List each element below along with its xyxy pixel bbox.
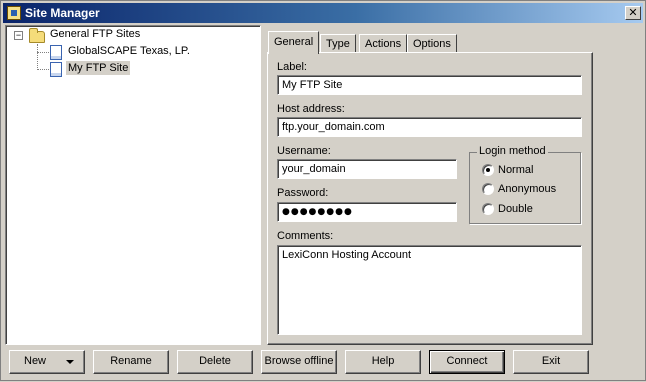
radio-label: Normal — [498, 164, 534, 176]
rename-button[interactable]: Rename — [93, 350, 169, 374]
connect-button[interactable]: Connect — [429, 350, 505, 374]
site-tree[interactable]: − General FTP Sites GlobalSCAPE Texas, L… — [5, 25, 261, 345]
page-icon — [50, 45, 62, 60]
radio-button-checked[interactable] — [482, 164, 494, 176]
window-title: Site Manager — [25, 6, 100, 20]
password-field[interactable]: ●●●●●●●● — [277, 202, 457, 222]
radio-label: Double — [498, 203, 533, 215]
tree-item-label[interactable]: My FTP Site — [66, 61, 131, 75]
new-button[interactable]: New — [9, 350, 85, 374]
comments-field[interactable]: LexiConn Hosting Account — [277, 245, 582, 335]
radio-button[interactable] — [482, 183, 494, 195]
folder-icon — [29, 28, 45, 43]
host-address-field[interactable]: ftp.your_domain.com — [277, 117, 582, 137]
label-field[interactable]: My FTP Site — [277, 75, 582, 95]
tree-connector — [37, 69, 49, 70]
browse-offline-button[interactable]: Browse offline — [261, 350, 337, 374]
tree-root-label[interactable]: General FTP Sites — [48, 27, 142, 41]
page-icon — [50, 62, 62, 77]
tree-item-label[interactable]: GlobalSCAPE Texas, LP. — [66, 44, 192, 58]
tab-type[interactable]: Type — [320, 34, 356, 54]
tab-general[interactable]: General — [268, 31, 320, 54]
tree-connector — [37, 44, 38, 70]
tree-connector — [37, 52, 49, 53]
delete-button[interactable]: Delete — [177, 350, 253, 374]
radio-button[interactable] — [482, 203, 494, 215]
username-field[interactable]: your_domain — [277, 159, 457, 179]
site-manager-window: Site Manager ✕ − General FTP Sites Globa… — [0, 0, 646, 381]
radio-label: Anonymous — [498, 183, 557, 195]
site-manager-icon — [7, 6, 21, 20]
tab-options[interactable]: Options — [407, 34, 457, 54]
chevron-down-icon[interactable] — [66, 360, 74, 364]
tab-actions[interactable]: Actions — [359, 34, 408, 54]
exit-button[interactable]: Exit — [513, 350, 589, 374]
title-bar[interactable]: Site Manager ✕ — [3, 3, 643, 23]
help-button[interactable]: Help — [345, 350, 421, 374]
new-button-label: New — [24, 355, 47, 367]
collapse-icon[interactable]: − — [14, 31, 23, 40]
close-icon[interactable]: ✕ — [625, 6, 641, 20]
